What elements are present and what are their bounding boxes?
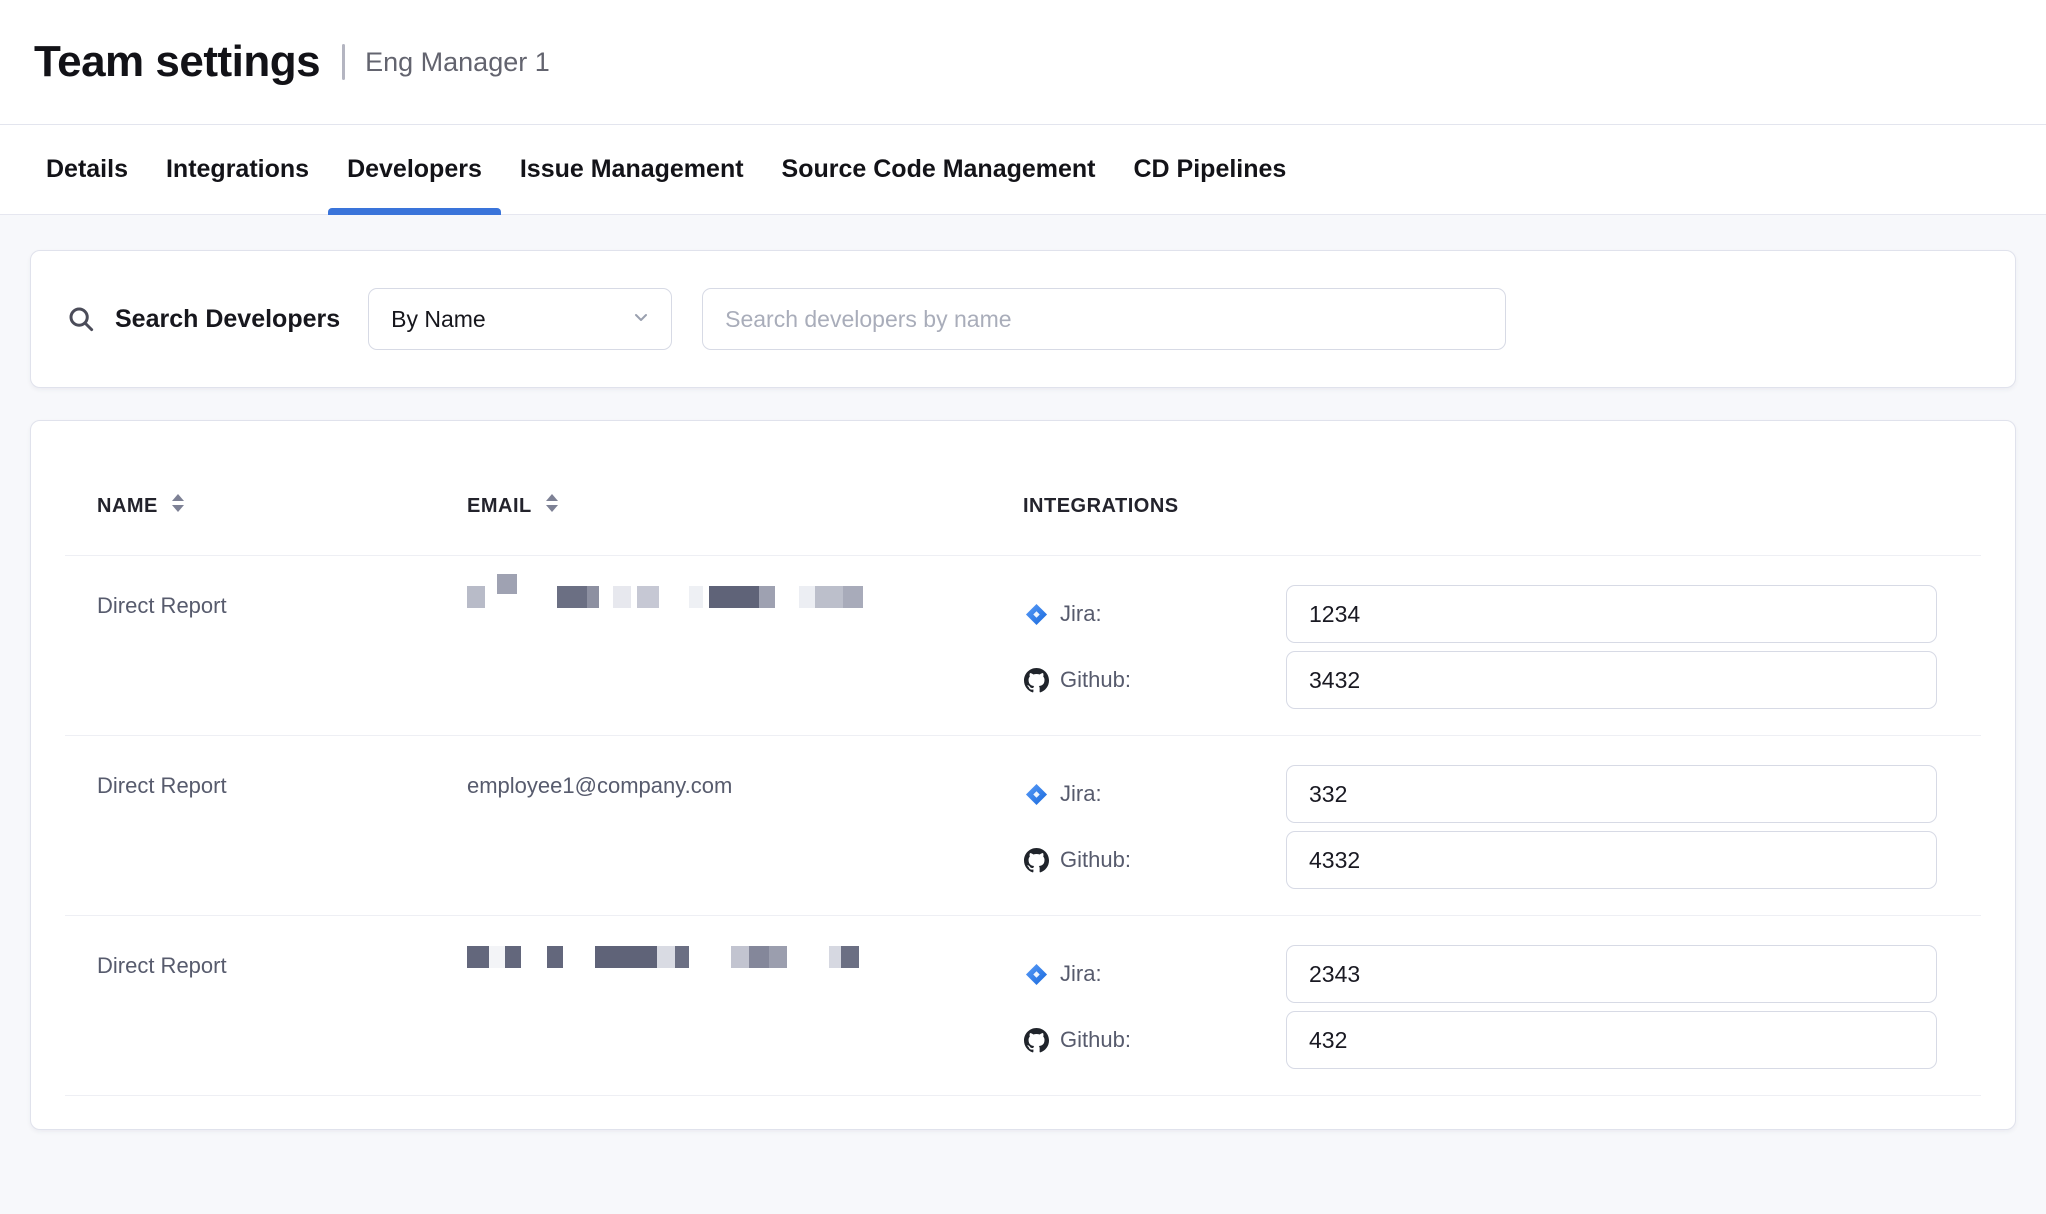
integrations-cell: Jira: Github: <box>1023 736 1981 915</box>
developer-name: Direct Report <box>65 916 467 1095</box>
github-integration: Github: <box>1023 831 1937 889</box>
github-label: Github: <box>1060 847 1131 873</box>
table-row: Direct Report employee1@company.com <box>65 736 1981 916</box>
jira-icon <box>1023 603 1049 626</box>
jira-integration: Jira: <box>1023 945 1937 1003</box>
redaction-pixels <box>467 586 1023 608</box>
integrations-cell: Jira: Github: <box>1023 556 1981 735</box>
github-label: Github: <box>1060 667 1131 693</box>
jira-id-input[interactable] <box>1286 945 1937 1003</box>
github-id-input[interactable] <box>1286 651 1937 709</box>
github-id-input[interactable] <box>1286 1011 1937 1069</box>
jira-label: Jira: <box>1060 961 1102 987</box>
developer-name: Direct Report <box>65 556 467 735</box>
jira-icon <box>1023 783 1049 806</box>
jira-integration: Jira: <box>1023 765 1937 823</box>
tab-details[interactable]: Details <box>27 125 147 214</box>
column-label-email: EMAIL <box>467 495 532 518</box>
sort-icon[interactable] <box>544 491 560 521</box>
page-title: Team settings <box>34 37 320 87</box>
search-icon <box>65 303 97 335</box>
table-row: Direct Report <box>65 556 1981 736</box>
search-input[interactable] <box>702 288 1506 350</box>
search-filter-select[interactable]: By Name <box>368 288 672 350</box>
team-name: Eng Manager 1 <box>365 47 550 78</box>
team-settings-page: Team settings Eng Manager 1 Details Inte… <box>0 0 2046 1214</box>
tab-cd-pipelines[interactable]: CD Pipelines <box>1115 125 1306 214</box>
developers-table: NAME EMAIL <box>30 420 2016 1130</box>
github-icon <box>1023 848 1049 873</box>
integrations-cell: Jira: Github: <box>1023 916 1981 1095</box>
tab-issue-management[interactable]: Issue Management <box>501 125 763 214</box>
content-area: Search Developers By Name NAME <box>0 215 2046 1214</box>
jira-label: Jira: <box>1060 781 1102 807</box>
title-divider <box>342 44 345 80</box>
redaction-pixels <box>467 946 1023 968</box>
jira-id-input[interactable] <box>1286 585 1937 643</box>
sort-icon[interactable] <box>170 491 186 521</box>
tab-developers[interactable]: Developers <box>328 125 501 214</box>
developer-name: Direct Report <box>65 736 467 915</box>
github-icon <box>1023 1028 1049 1053</box>
developer-email-redacted <box>467 556 1023 735</box>
jira-label: Jira: <box>1060 601 1102 627</box>
column-header-email[interactable]: EMAIL <box>467 491 1023 521</box>
column-label-name: NAME <box>97 495 158 518</box>
github-label: Github: <box>1060 1027 1131 1053</box>
jira-integration: Jira: <box>1023 585 1937 643</box>
tab-source-code-management[interactable]: Source Code Management <box>763 125 1115 214</box>
tab-integrations[interactable]: Integrations <box>147 125 328 214</box>
developer-email: employee1@company.com <box>467 736 1023 915</box>
github-integration: Github: <box>1023 651 1937 709</box>
search-filter-value: By Name <box>391 306 486 333</box>
developer-email-redacted <box>467 916 1023 1095</box>
github-id-input[interactable] <box>1286 831 1937 889</box>
page-header: Team settings Eng Manager 1 <box>0 0 2046 124</box>
column-header-name[interactable]: NAME <box>65 491 467 521</box>
github-icon <box>1023 668 1049 693</box>
tab-bar: Details Integrations Developers Issue Ma… <box>0 124 2046 215</box>
table-row: Direct Report <box>65 916 1981 1096</box>
column-header-integrations: INTEGRATIONS <box>1023 495 1981 518</box>
jira-icon <box>1023 963 1049 986</box>
table-header-row: NAME EMAIL <box>65 421 1981 556</box>
column-label-integrations: INTEGRATIONS <box>1023 495 1179 518</box>
search-developers-label: Search Developers <box>115 305 340 334</box>
search-panel: Search Developers By Name <box>30 250 2016 388</box>
github-integration: Github: <box>1023 1011 1937 1069</box>
chevron-down-icon <box>631 307 651 332</box>
jira-id-input[interactable] <box>1286 765 1937 823</box>
